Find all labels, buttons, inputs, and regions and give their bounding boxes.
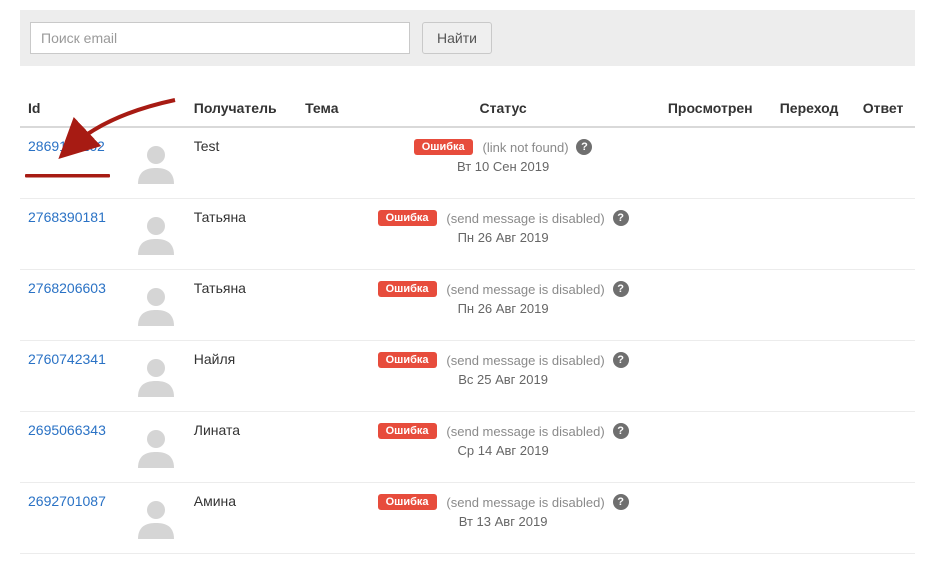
- viewed-cell: [653, 412, 767, 483]
- avatar: [134, 495, 178, 539]
- help-icon[interactable]: ?: [613, 281, 629, 297]
- click-cell: [767, 341, 851, 412]
- recipient-name: Татьяна: [194, 280, 246, 296]
- message-id-link[interactable]: 2768390181: [28, 209, 106, 225]
- subject-cell: [297, 270, 353, 341]
- message-id-link[interactable]: 2760742341: [28, 351, 106, 367]
- table-row: 2768390181 Татьяна Ошибка (send message …: [20, 199, 915, 270]
- table-row: 2692701087 Амина Ошибка (send message is…: [20, 483, 915, 554]
- recipient-name: Амина: [194, 493, 236, 509]
- col-id[interactable]: Id: [20, 90, 126, 127]
- reply-cell: [851, 412, 915, 483]
- col-avatar: [126, 90, 186, 127]
- viewed-cell: [653, 341, 767, 412]
- reply-cell: [851, 270, 915, 341]
- table-row: 2869101162 Test Ошибка (link not found) …: [20, 127, 915, 199]
- help-icon[interactable]: ?: [613, 423, 629, 439]
- search-button[interactable]: Найти: [422, 22, 492, 54]
- status-date: Вс 25 Авг 2019: [361, 372, 646, 387]
- col-recipient[interactable]: Получатель: [186, 90, 297, 127]
- avatar: [134, 282, 178, 326]
- status-message: (send message is disabled): [446, 353, 604, 368]
- status-message: (send message is disabled): [446, 495, 604, 510]
- viewed-cell: [653, 199, 767, 270]
- avatar: [134, 353, 178, 397]
- reply-cell: [851, 199, 915, 270]
- click-cell: [767, 412, 851, 483]
- status-date: Вт 13 Авг 2019: [361, 514, 646, 529]
- click-cell: [767, 270, 851, 341]
- subject-cell: [297, 341, 353, 412]
- search-input[interactable]: [30, 22, 410, 54]
- status-badge-error: Ошибка: [378, 352, 437, 368]
- reply-cell: [851, 127, 915, 199]
- status-date: Вт 10 Сен 2019: [361, 159, 646, 174]
- col-viewed[interactable]: Просмотрен: [653, 90, 767, 127]
- status-date: Пн 26 Авг 2019: [361, 301, 646, 316]
- status-badge-error: Ошибка: [378, 281, 437, 297]
- avatar: [134, 140, 178, 184]
- click-cell: [767, 199, 851, 270]
- table-row: 2768206603 Татьяна Ошибка (send message …: [20, 270, 915, 341]
- table-row: 2760742341 Найля Ошибка (send message is…: [20, 341, 915, 412]
- help-icon[interactable]: ?: [613, 352, 629, 368]
- status-badge-error: Ошибка: [378, 210, 437, 226]
- help-icon[interactable]: ?: [613, 210, 629, 226]
- col-status[interactable]: Статус: [353, 90, 654, 127]
- subject-cell: [297, 199, 353, 270]
- messages-table: Id Получатель Тема Статус Просмотрен Пер…: [20, 90, 915, 554]
- viewed-cell: [653, 270, 767, 341]
- table-row: 2695066343 Лината Ошибка (send message i…: [20, 412, 915, 483]
- subject-cell: [297, 127, 353, 199]
- status-message: (send message is disabled): [446, 282, 604, 297]
- viewed-cell: [653, 127, 767, 199]
- recipient-name: Test: [194, 138, 220, 154]
- viewed-cell: [653, 483, 767, 554]
- help-icon[interactable]: ?: [613, 494, 629, 510]
- col-subject[interactable]: Тема: [297, 90, 353, 127]
- recipient-name: Татьяна: [194, 209, 246, 225]
- status-badge-error: Ошибка: [414, 139, 473, 155]
- status-badge-error: Ошибка: [378, 423, 437, 439]
- avatar: [134, 211, 178, 255]
- message-id-link[interactable]: 2869101162: [28, 138, 105, 154]
- message-id-link[interactable]: 2695066343: [28, 422, 106, 438]
- subject-cell: [297, 412, 353, 483]
- status-badge-error: Ошибка: [378, 494, 437, 510]
- status-message: (send message is disabled): [446, 424, 604, 439]
- message-id-link[interactable]: 2768206603: [28, 280, 106, 296]
- recipient-name: Найля: [194, 351, 235, 367]
- status-date: Пн 26 Авг 2019: [361, 230, 646, 245]
- recipient-name: Лината: [194, 422, 240, 438]
- avatar: [134, 424, 178, 468]
- status-date: Ср 14 Авг 2019: [361, 443, 646, 458]
- col-reply[interactable]: Ответ: [851, 90, 915, 127]
- status-message: (link not found): [483, 140, 569, 155]
- search-bar: Найти: [20, 10, 915, 66]
- help-icon[interactable]: ?: [576, 139, 592, 155]
- col-click[interactable]: Переход: [767, 90, 851, 127]
- click-cell: [767, 483, 851, 554]
- subject-cell: [297, 483, 353, 554]
- message-id-link[interactable]: 2692701087: [28, 493, 106, 509]
- reply-cell: [851, 483, 915, 554]
- status-message: (send message is disabled): [446, 211, 604, 226]
- click-cell: [767, 127, 851, 199]
- reply-cell: [851, 341, 915, 412]
